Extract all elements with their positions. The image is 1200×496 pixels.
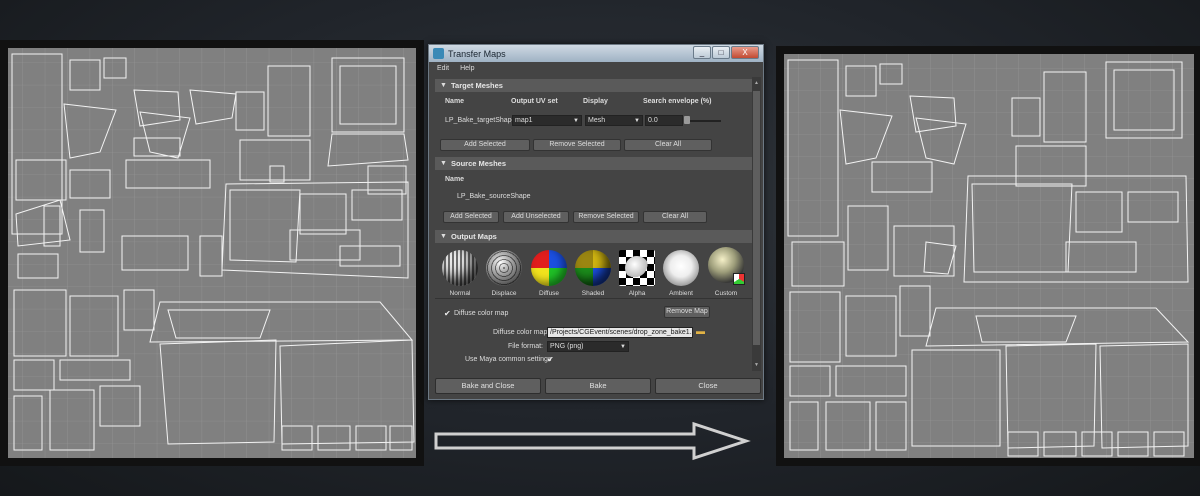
file-format-value: PNG (png) [550,343,584,350]
file-format-label: File format: [508,343,544,350]
display-value: Mesh [588,117,606,124]
scrollbar-thumb[interactable] [753,91,760,345]
close-button[interactable]: Close [655,378,761,394]
diffuse-color-map-path-field[interactable]: /Projects/CGEvent/scenes/drop_zone_bake1… [547,327,693,338]
source-meshes-header[interactable]: ▼ Source Meshes [435,157,752,170]
maximize-button[interactable]: □ [712,46,730,59]
displace-map-sphere-icon[interactable] [486,250,522,286]
target-meshes-title: Target Meshes [451,81,503,90]
map-caption-diffuse: Diffuse [538,290,560,297]
custom-cube-icon [733,273,745,285]
col-search-envelope: Search envelope (%) [643,98,712,105]
scroll-up-icon[interactable]: ▲ [753,79,760,87]
maya-app-icon [433,48,444,59]
source-meshes-title: Source Meshes [451,159,507,168]
map-caption-displace: Displace [491,290,517,297]
target-clear-all-button[interactable]: Clear All [624,139,712,151]
collapse-triangle-icon: ▼ [440,82,447,89]
close-window-button[interactable]: X [731,46,759,59]
minimize-button[interactable]: _ [693,46,711,59]
alpha-map-sphere-icon[interactable] [619,250,655,286]
dialog-titlebar[interactable]: Transfer Maps _ □ X [429,45,763,62]
uv-layout-before-drawing [8,48,416,458]
dropdown-arrow-icon: ▼ [634,118,640,124]
dialog-scrollbar[interactable]: ▲ ▼ [752,77,761,371]
menu-bar: Edit Help [429,62,763,75]
dropdown-arrow-icon: ▼ [573,118,579,124]
target-remove-selected-button[interactable]: Remove Selected [533,139,621,151]
dialog-content: ▼ Target Meshes Name Output UV set Displ… [435,77,752,371]
col-display: Display [583,98,608,105]
output-maps-header[interactable]: ▼ Output Maps [435,230,752,243]
map-caption-ambient: Ambient [669,290,693,297]
map-caption-custom: Custom [714,290,738,297]
source-add-selected-button[interactable]: Add Selected [443,211,499,223]
diffuse-color-map-label: Diffuse color map [493,329,548,336]
target-meshes-header[interactable]: ▼ Target Meshes [435,79,752,92]
target-mesh-name: LP_Bake_targetShape [445,117,516,124]
source-mesh-name[interactable]: LP_Bake_sourceShape [457,193,531,200]
menu-help[interactable]: Help [460,62,474,75]
ambient-map-sphere-icon[interactable] [663,250,699,286]
display-dropdown[interactable]: Mesh ▼ [585,115,643,126]
collapse-triangle-icon: ▼ [440,160,447,167]
shaded-map-sphere-icon[interactable] [575,250,611,286]
dialog-title: Transfer Maps [448,48,506,59]
source-clear-all-button[interactable]: Clear All [643,211,707,223]
uv-set-value: map1 [515,117,533,124]
uv-set-dropdown[interactable]: map1 ▼ [512,115,582,126]
slider-knob[interactable] [684,116,690,124]
output-maps-title: Output Maps [451,232,497,241]
uv-layout-after-drawing [784,54,1194,458]
bake-button[interactable]: Bake [545,378,651,394]
normal-map-sphere-icon[interactable] [442,250,478,286]
use-maya-common-settings-label: Use Maya common settings [465,356,552,363]
dropdown-arrow-icon: ▼ [620,344,626,350]
collapse-triangle-icon: ▼ [440,233,447,240]
search-envelope-field[interactable]: 0.0 [645,115,683,126]
source-remove-selected-button[interactable]: Remove Selected [573,211,639,223]
transfer-maps-dialog: Transfer Maps _ □ X Edit Help ▼ Target M… [428,44,764,400]
transfer-arrow-icon [434,421,751,461]
diffuse-map-checkbox[interactable]: ✔ [444,310,452,318]
remove-map-button[interactable]: Remove Map [664,306,710,318]
target-add-selected-button[interactable]: Add Selected [440,139,530,151]
uv-layout-before [0,40,424,466]
bake-and-close-button[interactable]: Bake and Close [435,378,541,394]
search-envelope-slider[interactable] [685,120,721,122]
map-caption-alpha: Alpha [628,290,646,297]
scroll-down-icon[interactable]: ▼ [753,361,760,369]
file-format-dropdown[interactable]: PNG (png) ▼ [547,341,629,352]
source-col-name: Name [445,176,465,183]
map-caption-shaded: Shaded [581,290,605,297]
map-caption-normal: Normal [449,290,471,297]
source-add-unselected-button[interactable]: Add Unselected [503,211,569,223]
diffuse-map-checkbox-label: Diffuse color map [454,310,509,317]
uv-layout-after [776,46,1200,466]
folder-browse-icon[interactable]: ▬ [696,326,705,336]
diffuse-map-sphere-icon[interactable] [531,250,567,286]
col-output-uv-set: Output UV set [511,98,558,105]
use-maya-common-settings-checkbox[interactable]: ✔ [547,356,555,364]
menu-edit[interactable]: Edit [437,62,449,75]
col-name: Name [445,98,465,105]
